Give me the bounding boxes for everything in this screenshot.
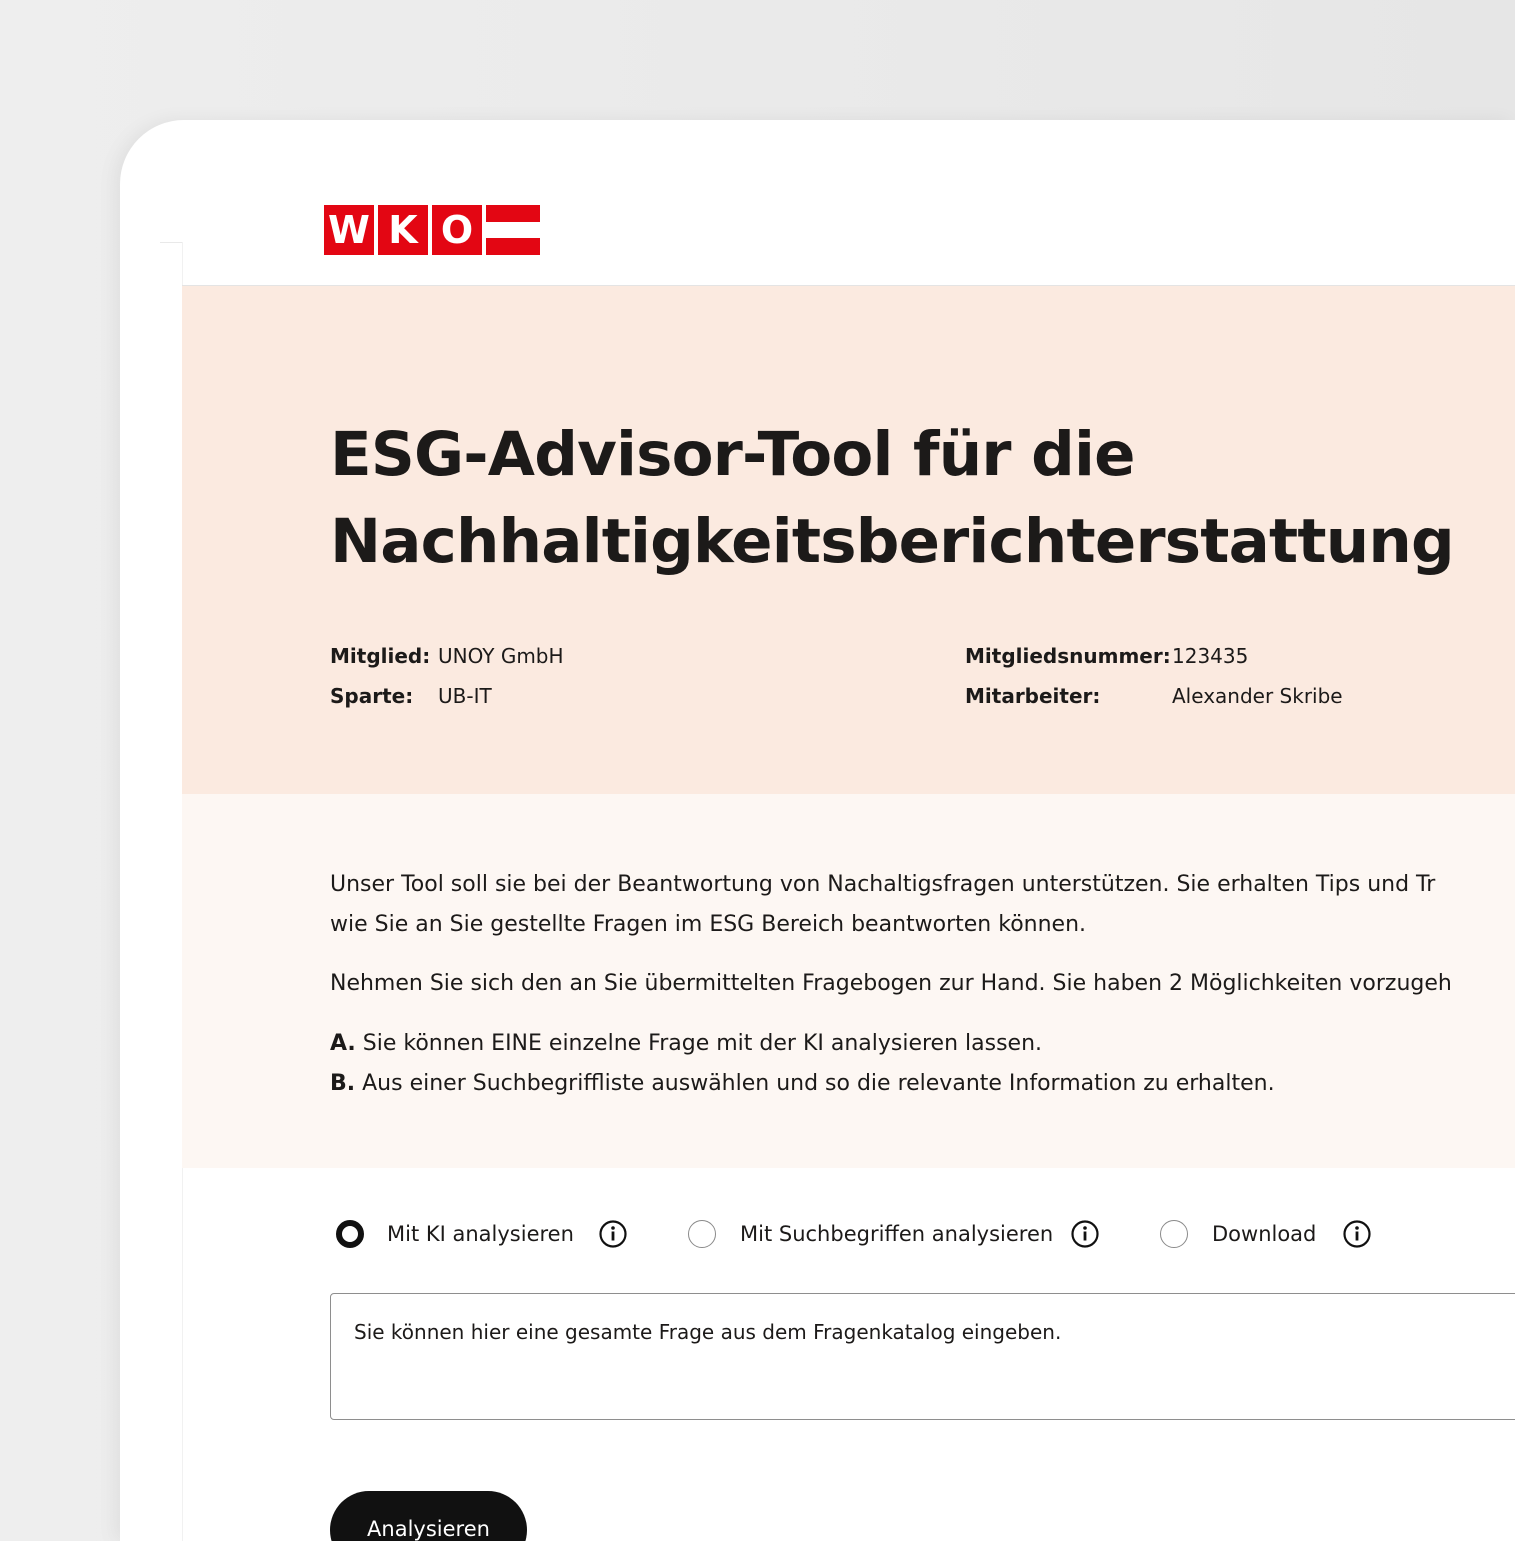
option-b-text: Aus einer Suchbegriffliste auswählen und…	[355, 1071, 1275, 1096]
radio-ki-analysis[interactable]	[336, 1220, 364, 1248]
radio-ki-analysis-label[interactable]: Mit KI analysieren	[387, 1222, 574, 1246]
info-icon[interactable]	[1342, 1219, 1372, 1249]
option-a-marker: A.	[330, 1031, 356, 1056]
hero-section: ESG-Advisor-Tool für die Nachhaltigkeits…	[182, 286, 1515, 794]
employee-label: Mitarbeiter:	[965, 684, 1101, 708]
intro-options-list: A. Sie können EINE einzelne Frage mit de…	[330, 1024, 1275, 1104]
page-edge-tick	[160, 242, 182, 243]
radio-download[interactable]	[1160, 1220, 1188, 1248]
division-label: Sparte:	[330, 684, 414, 708]
option-b-marker: B.	[330, 1071, 356, 1096]
page-title-line-1: ESG-Advisor-Tool für die	[330, 419, 1135, 490]
intro-paragraph-1-line-1: Unser Tool soll sie bei der Beantwortung…	[330, 872, 1436, 897]
page-title-line-2: Nachhaltigkeitsberichterstattung	[330, 506, 1455, 577]
member-value: UNOY GmbH	[438, 644, 564, 668]
analysis-mode-options: Mit KI analysieren Mit Suchbegriffen ana…	[120, 1218, 1515, 1258]
logo-letter-w: W	[324, 205, 374, 255]
radio-keyword-analysis-label[interactable]: Mit Suchbegriffen analysieren	[740, 1222, 1053, 1246]
division-value: UB-IT	[438, 684, 492, 708]
intro-paragraph-2: Nehmen Sie sich den an Sie übermittelten…	[330, 971, 1452, 996]
info-icon[interactable]	[598, 1219, 628, 1249]
intro-paragraph-1-line-2: wie Sie an Sie gestellte Fragen im ESG B…	[330, 912, 1087, 937]
member-label: Mitglied:	[330, 644, 431, 668]
question-input[interactable]	[330, 1293, 1515, 1420]
page-title: ESG-Advisor-Tool für die Nachhaltigkeits…	[330, 411, 1455, 585]
austrian-flag-icon	[486, 205, 540, 256]
employee-value: Alexander Skribe	[1172, 684, 1343, 708]
app-window: W K O ESG-Advisor-Tool für die Nachhalti…	[120, 120, 1515, 1541]
radio-download-label[interactable]: Download	[1212, 1222, 1316, 1246]
info-icon[interactable]	[1070, 1219, 1100, 1249]
option-a-text: Sie können EINE einzelne Frage mit der K…	[355, 1031, 1043, 1056]
intro-paragraph-1: Unser Tool soll sie bei der Beantwortung…	[330, 865, 1435, 945]
member-number-label: Mitgliedsnummer:	[965, 644, 1171, 668]
intro-section: Unser Tool soll sie bei der Beantwortung…	[182, 794, 1515, 1168]
wko-logo[interactable]: W K O	[324, 205, 540, 256]
logo-letter-o: O	[432, 205, 482, 255]
member-number-value: 123435	[1172, 644, 1249, 668]
logo-letter-k: K	[378, 205, 428, 255]
radio-keyword-analysis[interactable]	[688, 1220, 716, 1248]
analyze-button[interactable]: Analysieren	[330, 1491, 527, 1541]
